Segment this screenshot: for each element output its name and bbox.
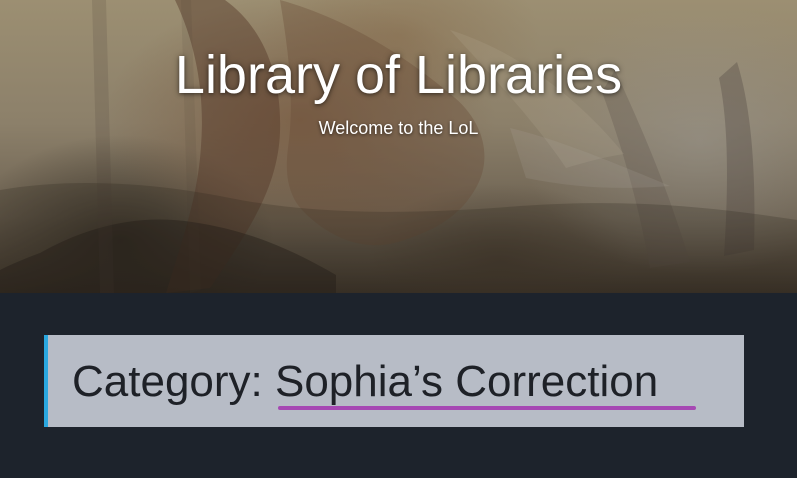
site-header: Library of Libraries Welcome to the LoL [0, 0, 797, 293]
site-title[interactable]: Library of Libraries [0, 43, 797, 107]
category-name-underline [278, 406, 696, 410]
category-name: Sophia’s Correction [274, 357, 659, 406]
archive-content: Category: Sophia’s Correction [0, 293, 797, 478]
category-header-box: Category: Sophia’s Correction [44, 335, 744, 427]
category-heading: Category: Sophia’s Correction [72, 357, 658, 407]
category-prefix: Category: [72, 357, 275, 406]
site-tagline: Welcome to the LoL [318, 118, 479, 138]
